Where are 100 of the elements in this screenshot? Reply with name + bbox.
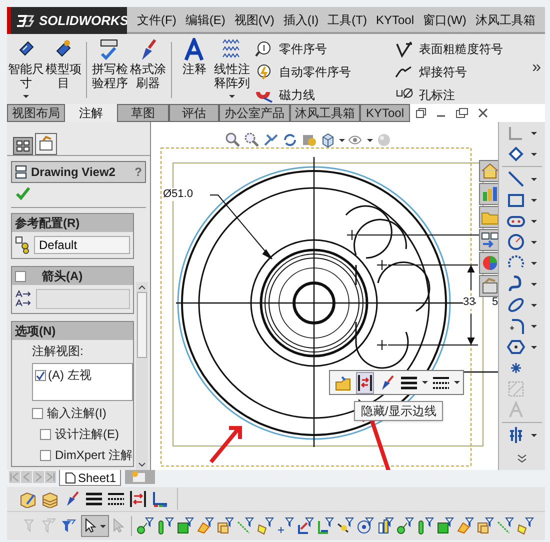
checkmark-icon[interactable]	[15, 186, 31, 200]
dimension-text[interactable]: 33	[463, 296, 476, 309]
line-icon[interactable]	[507, 170, 525, 188]
checkbox[interactable]	[15, 270, 26, 282]
rectangle-icon[interactable]	[507, 191, 525, 209]
filter-icon[interactable]	[176, 517, 194, 535]
filter-icon[interactable]	[456, 517, 474, 535]
checkbox[interactable]	[35, 370, 46, 380]
maximize-icon[interactable]	[456, 108, 468, 118]
caret-icon[interactable]	[531, 282, 537, 286]
hide-edges-icon[interactable]	[357, 374, 373, 392]
scroll-thumb[interactable]	[137, 292, 147, 358]
caret-icon[interactable]	[531, 346, 537, 348]
layers-icon[interactable]	[41, 490, 59, 508]
menu-item[interactable]: 视图(V)	[234, 10, 274, 28]
filter-icon[interactable]	[276, 517, 294, 535]
ribbon-button[interactable]: 注释	[176, 38, 214, 102]
list-item[interactable]: (A) 左视	[48, 366, 92, 384]
caret-icon[interactable]	[367, 138, 373, 142]
open-drawing-icon[interactable]	[334, 374, 352, 392]
zoom-area-icon[interactable]	[244, 132, 260, 148]
home-icon[interactable]	[480, 161, 498, 181]
mirror-icon[interactable]	[507, 426, 525, 444]
config-dropdown[interactable]: Default	[34, 236, 130, 254]
filter-icon[interactable]	[356, 517, 374, 535]
menu-item[interactable]: 文件(F)	[137, 10, 176, 28]
ribbon-button[interactable]: 线性注释阵列	[213, 38, 252, 102]
tab[interactable]: 注解	[65, 104, 117, 122]
menu-item[interactable]: 沐风工具箱	[475, 10, 536, 28]
scroll-down-icon[interactable]	[138, 462, 146, 468]
tab[interactable]: 沐风工具箱	[290, 104, 360, 122]
caret-icon[interactable]	[531, 152, 537, 156]
caret-icon[interactable]	[531, 198, 537, 202]
ribbon-button[interactable]: 格式涂刷器	[129, 38, 167, 102]
hide-edges-icon[interactable]	[129, 490, 147, 508]
sheet-tab[interactable]: Sheet1	[59, 470, 122, 486]
circle-icon[interactable]	[507, 233, 525, 251]
ribbon-button[interactable]: 模型项目	[44, 38, 82, 102]
tab[interactable]: KYTool	[360, 104, 410, 122]
feature-tree-icon[interactable]	[13, 137, 33, 155]
menu-item[interactable]: 工具(T)	[328, 10, 367, 28]
filter-icon[interactable]	[516, 517, 534, 535]
ellipse-icon[interactable]	[507, 296, 525, 314]
caret-icon[interactable]	[531, 220, 537, 222]
checkbox[interactable]	[32, 408, 43, 418]
select-button[interactable]	[81, 515, 109, 537]
close-icon[interactable]	[478, 108, 488, 118]
scroll-up-icon[interactable]	[138, 284, 146, 290]
checkbox[interactable]	[40, 428, 51, 440]
menu-item[interactable]: 插入(I)	[283, 10, 319, 28]
tag-icon[interactable]	[507, 145, 525, 163]
tab[interactable]: 评估	[169, 104, 219, 122]
ribbon-button[interactable]: 表面粗糙度符号	[395, 39, 546, 58]
ribbon-button[interactable]: 零件序号	[255, 39, 396, 58]
filter-icon[interactable]	[436, 517, 454, 535]
tab[interactable]: 草图	[117, 104, 169, 122]
more-button[interactable]: »	[532, 56, 541, 80]
filter-icon[interactable]	[376, 517, 394, 535]
library-icon[interactable]	[480, 184, 498, 204]
caret-icon[interactable]	[422, 381, 428, 384]
filter-icon[interactable]	[196, 517, 214, 535]
view-orientation-icon[interactable]	[320, 132, 336, 148]
line-thickness-icon[interactable]	[85, 490, 103, 508]
property-tab-icon[interactable]	[35, 133, 57, 155]
scrollbar[interactable]	[136, 282, 148, 470]
menu-item[interactable]: 窗口(W)	[423, 10, 466, 28]
filter-icon[interactable]	[316, 517, 334, 535]
arrow-field[interactable]	[36, 289, 130, 309]
display-style-icon[interactable]	[301, 132, 317, 148]
caret-icon[interactable]	[531, 262, 537, 264]
color-display-icon[interactable]	[151, 490, 169, 508]
filter-icon[interactable]	[236, 517, 254, 535]
custom-properties-icon[interactable]	[480, 276, 498, 296]
layer-edit-icon[interactable]	[19, 490, 37, 508]
caret-icon[interactable]	[531, 304, 537, 306]
filter-icon[interactable]	[416, 517, 434, 535]
polygon-icon[interactable]	[507, 338, 525, 356]
line-style-icon[interactable]	[432, 374, 450, 390]
filter-icon[interactable]	[496, 517, 514, 535]
filter-icon[interactable]	[156, 517, 174, 535]
ribbon-button[interactable]: 智能尺寸	[7, 38, 45, 102]
filter-icon[interactable]	[296, 517, 314, 535]
help-button[interactable]: ?	[134, 163, 142, 181]
fillet-icon[interactable]	[507, 317, 525, 335]
ribbon-button[interactable]: 自动零件序号	[255, 62, 396, 81]
caret-icon[interactable]	[339, 138, 345, 142]
line-style-icon[interactable]	[107, 490, 125, 508]
filter-icon[interactable]	[476, 517, 494, 535]
caret-icon[interactable]	[454, 381, 460, 384]
filter-icon[interactable]	[59, 517, 77, 535]
previous-view-icon[interactable]	[263, 132, 279, 148]
zoom-fit-icon[interactable]	[225, 132, 241, 148]
rotate-icon[interactable]	[282, 132, 298, 148]
ribbon-button[interactable]: 磁力线	[255, 85, 396, 104]
filter-icon[interactable]	[396, 517, 414, 535]
caret-icon[interactable]	[531, 178, 537, 180]
tab[interactable]: 办公室产品	[219, 104, 290, 122]
expand-icon[interactable]	[517, 454, 527, 464]
caret-icon[interactable]	[531, 240, 537, 244]
filter-icon[interactable]	[336, 517, 354, 535]
